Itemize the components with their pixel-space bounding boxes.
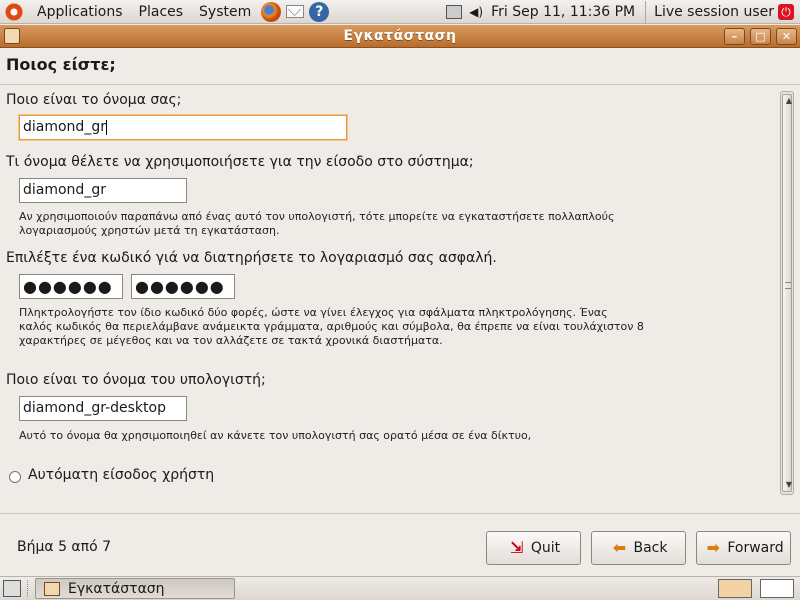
taskbar-item-label: Εγκατάσταση: [68, 580, 165, 597]
footer-divider: [0, 513, 800, 514]
quit-label: Quit: [530, 540, 561, 556]
taskbar-item-installer[interactable]: Εγκατάσταση: [35, 578, 235, 599]
login-hint-line-2: λογαριασμούς χρηστών μετά τη εγκατάσταση…: [19, 224, 280, 237]
page-title: Ποιος είστε;: [6, 55, 116, 74]
maximize-button[interactable]: □: [750, 28, 771, 45]
forward-button[interactable]: ➡ Forward: [696, 531, 791, 565]
help-icon: ?: [309, 1, 330, 22]
back-arrow-icon: ⬅: [612, 538, 627, 557]
divider: [0, 84, 800, 85]
minimize-button[interactable]: –: [724, 28, 745, 45]
password-hint-line-1: Πληκτρολογήστε τον ίδιο κωδικό δύο φορές…: [19, 306, 608, 319]
menu-system[interactable]: System: [191, 0, 259, 24]
scrollbar-grip: [785, 282, 791, 289]
firefox-icon: [261, 1, 282, 22]
menu-places[interactable]: Places: [131, 0, 192, 24]
login-hint-line-1: Αν χρησιμοποιούν παραπάνω από ένας αυτό …: [19, 210, 615, 223]
back-label: Back: [633, 540, 668, 556]
computer-name-value: diamond_gr-desktop: [23, 400, 166, 416]
bottom-panel: Εγκατάσταση: [0, 576, 800, 600]
clock[interactable]: Fri Sep 11, 11:36 PM: [487, 0, 647, 23]
window-title: Εγκατάσταση: [343, 28, 457, 44]
window-titlebar[interactable]: Εγκατάσταση – □ ✕: [0, 25, 800, 48]
workspace-2[interactable]: [760, 579, 794, 598]
volume-icon[interactable]: ◀): [469, 5, 483, 19]
workspace-1[interactable]: [718, 579, 752, 598]
computer-name-question: Ποιο είναι το όνομα του υπολογιστή;: [6, 372, 266, 388]
password-question: Επιλέξτε ένα κωδικό γιά να διατηρήσετε τ…: [6, 250, 497, 266]
show-desktop-icon[interactable]: [3, 580, 21, 597]
step-indicator: Βήμα 5 από 7: [17, 539, 112, 555]
autologin-radio[interactable]: [9, 471, 21, 483]
panel-separator: [27, 580, 29, 597]
mail-icon: [286, 5, 305, 18]
firefox-launcher[interactable]: [260, 1, 282, 23]
quit-button[interactable]: ⇲ Quit: [486, 531, 581, 565]
forward-arrow-icon: ➡: [706, 538, 721, 557]
text-caret: [105, 119, 107, 135]
username-value: diamond_gr: [23, 182, 106, 198]
ubuntu-logo-icon[interactable]: [5, 2, 23, 21]
mail-launcher[interactable]: [284, 1, 306, 23]
help-launcher[interactable]: ?: [308, 1, 330, 23]
back-button[interactable]: ⬅ Back: [591, 531, 686, 565]
scroll-down-arrow-icon[interactable]: ▼: [783, 479, 795, 491]
scroll-up-arrow-icon[interactable]: ▲: [783, 95, 795, 107]
user-menu[interactable]: Live session user: [646, 4, 778, 20]
name-question: Ποιο είναι το όνομα σας;: [6, 92, 182, 108]
top-panel: Applications Places System ? ◀) Fri Sep …: [0, 0, 800, 24]
computer-name-hint: Αυτό το όνομα θα χρησιμοποιηθεί αν κάνετ…: [19, 429, 532, 442]
close-button[interactable]: ✕: [776, 28, 797, 45]
system-tray: ◀) Fri Sep 11, 11:36 PM Live session use…: [443, 0, 800, 24]
password-confirm-value: ●●●●●●: [135, 277, 225, 296]
login-question: Τι όνομα θέλετε να χρησιμοποιήσετε για τ…: [6, 154, 474, 170]
username-input[interactable]: diamond_gr: [19, 178, 187, 203]
password-value: ●●●●●●: [23, 277, 113, 296]
autologin-label[interactable]: Αυτόματη είσοδος χρήστη: [28, 467, 214, 483]
full-name-value: diamond_gr: [23, 119, 106, 135]
installer-icon: [44, 581, 60, 596]
menu-applications[interactable]: Applications: [29, 0, 131, 24]
computer-name-input[interactable]: diamond_gr-desktop: [19, 396, 187, 421]
vertical-scrollbar[interactable]: ▲ ▼: [780, 91, 794, 495]
scrollbar-thumb[interactable]: ▲ ▼: [782, 94, 792, 492]
password-hint-line-2: καλός κωδικός θα περιελάμβανε ανάμεικτα …: [19, 320, 644, 333]
quit-icon: ⇲: [510, 538, 524, 557]
password-input[interactable]: ●●●●●●: [19, 274, 123, 299]
password-hint-line-3: χαρακτήρες σε μέγεθος και να τον αλλάζετ…: [19, 334, 443, 347]
network-icon[interactable]: [446, 4, 463, 19]
forward-label: Forward: [727, 540, 784, 556]
full-name-input[interactable]: diamond_gr: [19, 115, 347, 140]
password-confirm-input[interactable]: ●●●●●●: [131, 274, 235, 299]
power-icon[interactable]: ⏻: [778, 3, 794, 20]
